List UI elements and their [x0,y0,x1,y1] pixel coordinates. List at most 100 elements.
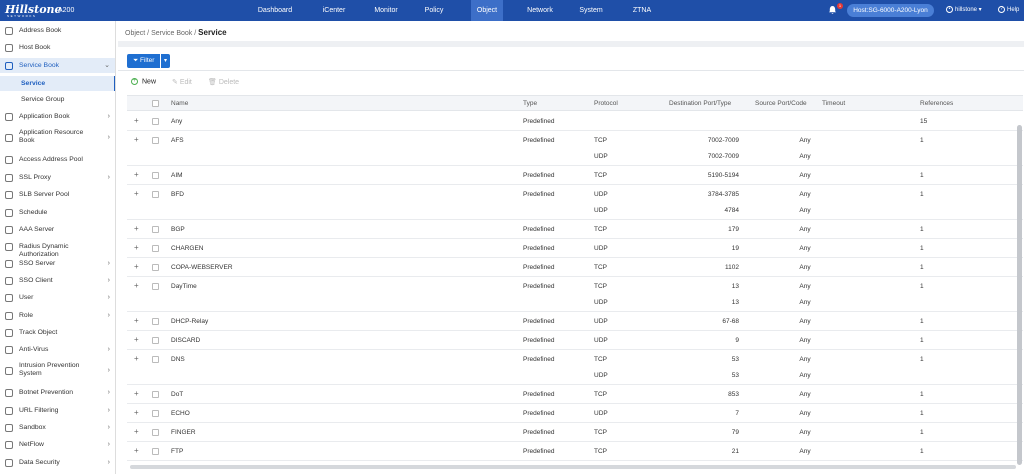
sidebar-item-role[interactable]: Role › [0,309,115,323]
sidebar-item-data-security[interactable]: Data Security › [0,456,115,470]
sidebar-item-sso-client[interactable]: SSO Client › [0,274,115,288]
table-row[interactable]: + BFD Predefined UDP 3784-3785 Any UDP 4784 Any 1 [127,185,1023,220]
expand-row-icon[interactable]: + [134,116,139,125]
row-checkbox[interactable] [152,337,159,344]
select-all-checkbox[interactable] [152,100,159,107]
sidebar-item-service-book[interactable]: Service Book ⌄ [0,58,115,73]
table-row[interactable]: + DoT Predefined TCP 853 Any 1 [127,385,1023,404]
nav-system[interactable]: System [575,0,607,21]
service-name[interactable]: AFS [171,136,184,145]
service-name[interactable]: COPA-WEBSERVER [171,263,233,272]
delete-button[interactable]: 🗑 Delete [208,78,239,86]
row-checkbox[interactable] [152,118,159,125]
column-header-type[interactable]: Type [523,96,537,111]
sidebar-item-anti-virus[interactable]: Anti-Virus › [0,343,115,357]
sidebar-item-radius-dynamic-authorization[interactable]: Radius Dynamic Authorization [0,240,115,258]
sidebar-item-application-resource-book[interactable]: Application Resource Book › [0,127,115,149]
table-row[interactable]: + ECHO Predefined UDP 7 Any 1 [127,404,1023,423]
sidebar-item-slb-server-pool[interactable]: SLB Server Pool [0,188,115,202]
column-header-source-port-code[interactable]: Source Port/Code [755,96,807,111]
sidebar-item-access-address-pool[interactable]: Access Address Pool [0,153,115,167]
sidebar-item-sso-server[interactable]: SSO Server › [0,257,115,271]
service-name[interactable]: AIM [171,171,183,180]
sidebar-item-intrusion-prevention-system[interactable]: Intrusion Prevention System › [0,360,115,382]
nav-network[interactable]: Network [522,0,558,21]
expand-row-icon[interactable]: + [134,189,139,198]
nav-ztna[interactable]: ZTNA [629,0,655,21]
sidebar-item-botnet-prevention[interactable]: Botnet Prevention › [0,386,115,400]
service-name[interactable]: FINGER [171,428,196,437]
sidebar-item-track-object[interactable]: Track Object [0,326,115,340]
sidebar-item-schedule[interactable]: Schedule [0,206,115,220]
service-name[interactable]: DISCARD [171,336,200,345]
row-checkbox[interactable] [152,137,159,144]
service-name[interactable]: BFD [171,190,184,199]
table-row[interactable]: + COPA-WEBSERVER Predefined TCP 1102 Any 1 [127,258,1023,277]
row-checkbox[interactable] [152,410,159,417]
sidebar-item-url-filtering[interactable]: URL Filtering › [0,404,115,418]
table-row[interactable]: + FINGER Predefined TCP 79 Any 1 [127,423,1023,442]
table-row[interactable]: + DHCP-Relay Predefined UDP 67-68 Any 1 [127,312,1023,331]
notification-bell-icon[interactable] [828,5,837,15]
expand-row-icon[interactable]: + [134,281,139,290]
table-row[interactable]: + AFS Predefined TCP 7002-7009 Any UDP 7002-700… [127,131,1023,166]
service-name[interactable]: FTP [171,447,183,456]
nav-object[interactable]: Object [471,0,503,21]
sidebar-item-aaa-server[interactable]: AAA Server [0,223,115,237]
column-header-timeout[interactable]: Timeout [822,96,845,111]
sidebar-item-sandbox[interactable]: Sandbox › [0,421,115,435]
column-header-protocol[interactable]: Protocol [594,96,618,111]
row-checkbox[interactable] [152,356,159,363]
sidebar-item-user[interactable]: User › [0,291,115,305]
new-button[interactable]: + New [131,78,156,85]
row-checkbox[interactable] [152,283,159,290]
table-row[interactable]: + BGP Predefined TCP 179 Any 1 [127,220,1023,239]
service-name[interactable]: BGP [171,225,185,234]
table-row[interactable]: + FTP Predefined TCP 21 Any 1 [127,442,1023,461]
sidebar-item-service[interactable]: Service [0,76,115,91]
table-row[interactable]: + CHARGEN Predefined UDP 19 Any 1 [127,239,1023,258]
row-checkbox[interactable] [152,318,159,325]
sidebar-item-application-book[interactable]: Application Book › [0,110,115,124]
row-checkbox[interactable] [152,226,159,233]
expand-row-icon[interactable]: + [134,170,139,179]
expand-row-icon[interactable]: + [134,354,139,363]
row-checkbox[interactable] [152,264,159,271]
column-header-name[interactable]: Name [171,96,188,111]
column-header-references[interactable]: References [920,96,953,111]
row-checkbox[interactable] [152,391,159,398]
column-header-destination-port-type[interactable]: Destination Port/Type [669,96,731,111]
edit-button[interactable]: ✎ Edit [172,78,192,86]
nav-dashboard[interactable]: Dashboard [253,0,297,21]
sidebar-item-netflow[interactable]: NetFlow › [0,438,115,452]
expand-row-icon[interactable]: + [134,243,139,252]
service-name[interactable]: DoT [171,390,183,399]
sidebar-item-service-group[interactable]: Service Group [0,93,115,107]
table-row[interactable]: + AIM Predefined TCP 5190-5194 Any 1 [127,166,1023,185]
row-checkbox[interactable] [152,448,159,455]
service-name[interactable]: DNS [171,355,185,364]
service-name[interactable]: ECHO [171,409,190,418]
filter-button[interactable]: ⏷ Filter [127,54,160,68]
expand-row-icon[interactable]: + [134,262,139,271]
expand-row-icon[interactable]: + [134,446,139,455]
service-name[interactable]: Any [171,117,182,126]
row-checkbox[interactable] [152,429,159,436]
table-row[interactable]: + DISCARD Predefined UDP 9 Any 1 [127,331,1023,350]
table-row[interactable]: + DNS Predefined TCP 53 Any UDP 53 Any 1 [127,350,1023,385]
table-row[interactable]: + DayTime Predefined TCP 13 Any UDP 13 Any 1 [127,277,1023,312]
sidebar-item-host-book[interactable]: Host Book [0,41,115,55]
sidebar-item-address-book[interactable]: Address Book [0,24,115,38]
nav-policy[interactable]: Policy [420,0,448,21]
vertical-scrollbar[interactable] [1017,125,1022,465]
breadcrumb-path[interactable]: Object / Service Book / [125,30,198,37]
filter-dropdown-button[interactable]: ▾ [161,54,170,68]
host-selector[interactable]: Host:SG-6000-A200-Lyon [847,4,934,17]
service-name[interactable]: CHARGEN [171,244,204,253]
expand-row-icon[interactable]: + [134,224,139,233]
expand-row-icon[interactable]: + [134,389,139,398]
user-menu[interactable]: • hillstone ▾ [946,4,982,17]
service-name[interactable]: DayTime [171,282,197,291]
nav-icenter[interactable]: iCenter [318,0,350,21]
expand-row-icon[interactable]: + [134,316,139,325]
